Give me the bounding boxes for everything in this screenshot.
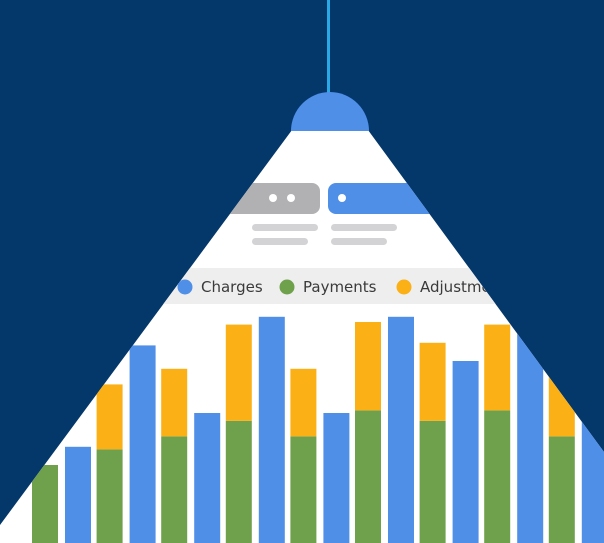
bar-adjustments <box>484 324 511 411</box>
bar-adjustments <box>161 368 188 437</box>
placeholder-line <box>252 238 308 245</box>
placeholder-line <box>331 224 397 231</box>
bar-payments <box>32 465 58 543</box>
bar-payments <box>225 420 252 543</box>
lamp-cord <box>327 0 330 96</box>
bar-payments <box>290 436 317 543</box>
bar-adjustments <box>419 342 446 421</box>
placeholder-line <box>252 224 318 231</box>
legend-label-charges: Charges <box>201 278 263 296</box>
bar-payments <box>548 436 575 543</box>
bar-payments <box>419 420 446 543</box>
pill-dot <box>287 194 295 202</box>
bar-payments <box>96 449 123 543</box>
bar-charges <box>452 361 479 543</box>
bar-payments <box>161 436 188 543</box>
bar-payments <box>355 410 381 543</box>
pill-dot <box>269 194 277 202</box>
bar-charges <box>194 413 221 543</box>
bar-adjustments <box>96 384 123 450</box>
bar-adjustments <box>355 322 381 411</box>
illustration: Charges Payments Adjustments <box>0 0 604 543</box>
bar-charges <box>323 413 350 543</box>
bar-charges <box>258 316 285 543</box>
bar-adjustments <box>225 324 252 421</box>
legend-swatch-payments <box>279 279 295 295</box>
bar-adjustments <box>290 368 317 437</box>
bar-charges <box>65 446 91 543</box>
legend-label-payments: Payments <box>303 278 377 296</box>
bar-charges <box>388 316 414 543</box>
bar-charges <box>129 345 156 543</box>
pill-dot <box>338 194 346 202</box>
placeholder-line <box>331 238 387 245</box>
bar-payments <box>484 410 511 543</box>
legend-swatch-adjustments <box>396 279 412 295</box>
